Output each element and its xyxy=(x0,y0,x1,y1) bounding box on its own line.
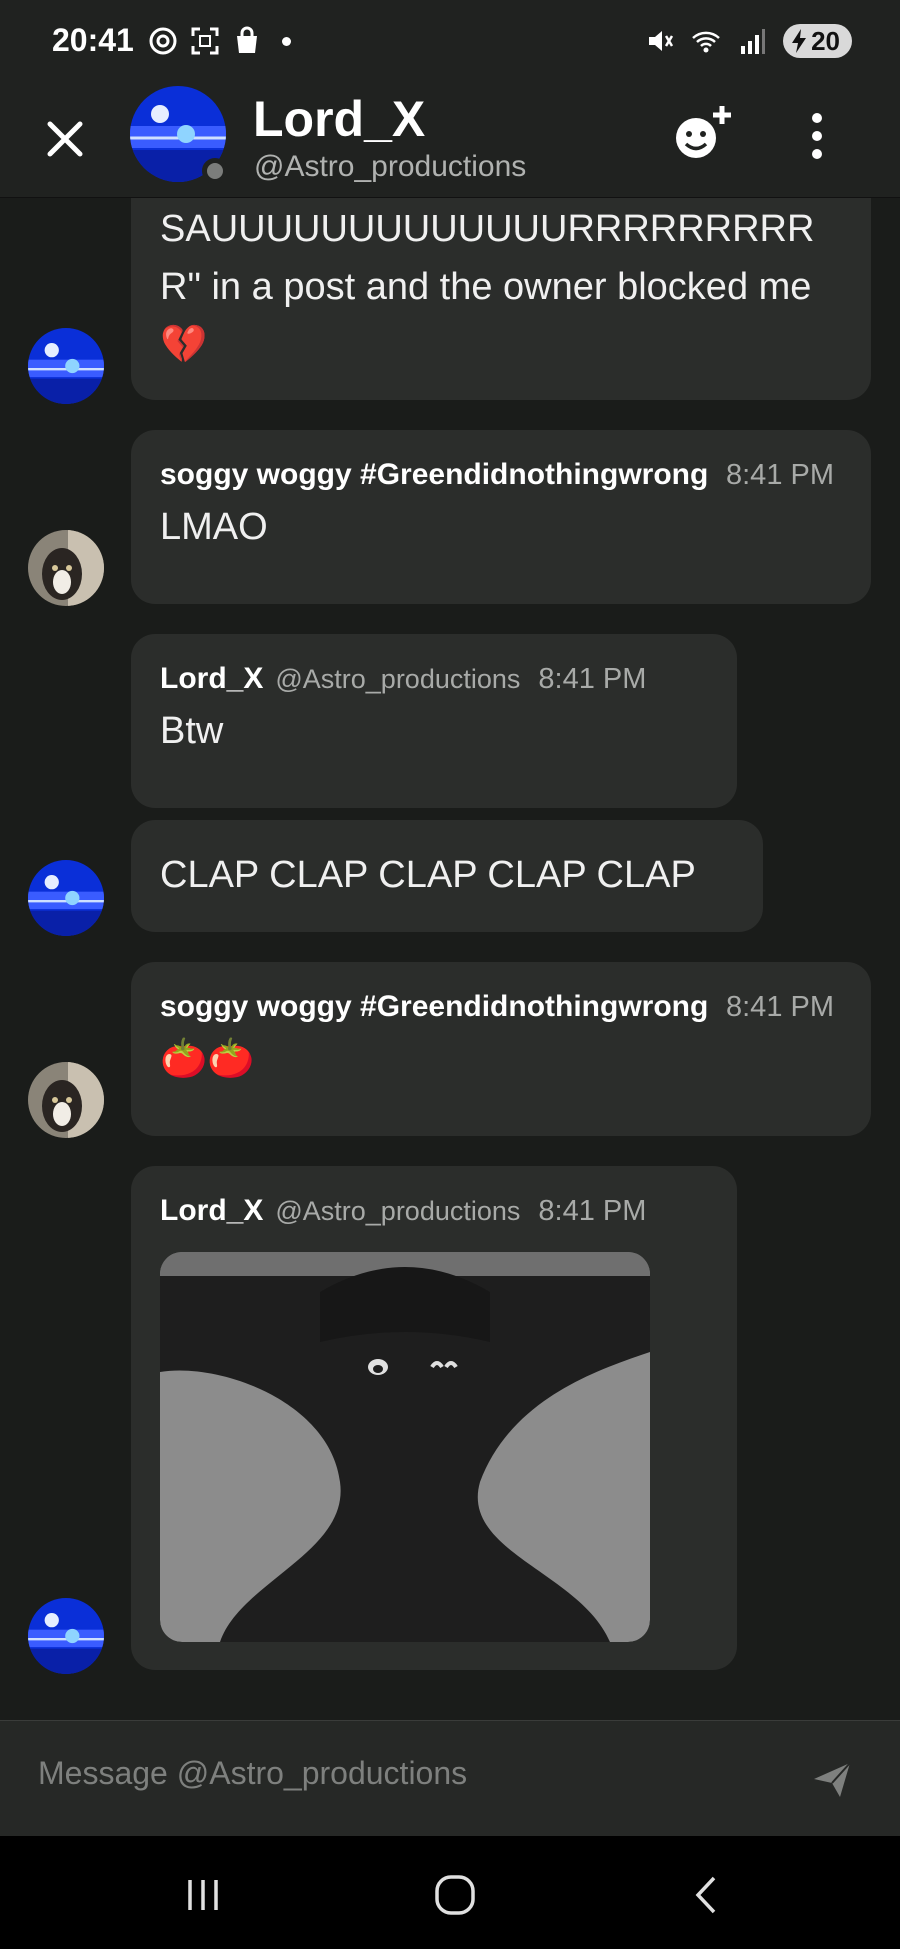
message-text: Btw xyxy=(160,710,224,752)
message-text: SAUUUUUUUUUUUUURRRRRRRRRR" in a post and… xyxy=(160,208,815,366)
message-header: Lord_X @Astro_productions 8:41 PM xyxy=(160,662,709,696)
header-name[interactable]: Lord_X xyxy=(253,90,425,148)
message-bubble[interactable]: soggy woggy #Greendidnothingwrong 8:41 P… xyxy=(131,962,871,1136)
message-time: 8:41 PM xyxy=(726,459,834,491)
status-notification-icons xyxy=(148,26,291,56)
message-bubble[interactable]: Lord_X @Astro_productions 8:41 PM xyxy=(131,1166,737,1670)
message-image[interactable] xyxy=(160,1252,650,1642)
message-bubble[interactable]: CLAP CLAP CLAP CLAP CLAP xyxy=(131,820,763,932)
recents-icon[interactable] xyxy=(178,1870,228,1920)
chat-header: Lord_X @Astro_productions xyxy=(0,86,900,198)
message-input[interactable]: Message @Astro_productions xyxy=(38,1755,467,1792)
avatar[interactable] xyxy=(28,1062,104,1138)
message-text: CLAP CLAP CLAP CLAP CLAP xyxy=(160,854,696,896)
message-author[interactable]: Lord_X xyxy=(160,1194,263,1228)
message-time: 8:41 PM xyxy=(726,991,834,1023)
avatar-cat-image xyxy=(28,1062,104,1138)
battery-level: 20 xyxy=(811,25,840,56)
home-icon[interactable] xyxy=(430,1870,480,1920)
status-bar: 20:41 20 xyxy=(0,0,900,86)
message-handle[interactable]: @Astro_productions xyxy=(275,1196,520,1227)
message-text: LMAO xyxy=(160,506,268,548)
more-vertical-icon[interactable] xyxy=(800,108,834,164)
avatar[interactable] xyxy=(28,530,104,606)
message-author[interactable]: soggy woggy #Greendidnothingwrong xyxy=(160,458,708,492)
message-header: soggy woggy #Greendidnothingwrong 8:41 P… xyxy=(160,990,843,1024)
notification-dot-icon xyxy=(282,36,291,46)
status-time: 20:41 xyxy=(52,22,134,58)
system-nav-bar xyxy=(0,1836,900,1949)
avatar[interactable] xyxy=(28,860,104,936)
status-system-icons: 20 xyxy=(645,24,852,58)
message-text: 🍅🍅 xyxy=(160,1038,255,1080)
message-header: soggy woggy #Greendidnothingwrong 8:41 P… xyxy=(160,458,843,492)
add-friend-icon[interactable] xyxy=(672,104,734,166)
screenshot-icon xyxy=(191,27,219,55)
message-bubble[interactable]: Lord_X @Astro_productions 8:41 PM Btw xyxy=(131,634,737,808)
message-list[interactable]: SAUUUUUUUUUUUUURRRRRRRRRR" in a post and… xyxy=(0,198,900,1720)
message-author[interactable]: soggy woggy #Greendidnothingwrong xyxy=(160,990,708,1024)
avatar-cat-image xyxy=(28,530,104,606)
charging-icon xyxy=(792,29,807,53)
avatar[interactable] xyxy=(28,1598,104,1674)
threads-icon xyxy=(149,27,177,55)
header-handle[interactable]: @Astro_productions xyxy=(254,150,526,184)
message-bubble[interactable]: SAUUUUUUUUUUUUURRRRRRRRRR" in a post and… xyxy=(131,198,871,400)
message-header: Lord_X @Astro_productions 8:41 PM xyxy=(160,1194,709,1228)
signal-icon xyxy=(741,29,766,54)
message-time: 8:41 PM xyxy=(538,663,647,695)
close-icon[interactable] xyxy=(40,114,90,164)
avatar[interactable] xyxy=(28,328,104,404)
send-icon[interactable] xyxy=(810,1757,854,1801)
avatar-stage-image xyxy=(28,1598,104,1674)
mute-icon xyxy=(649,31,674,51)
back-icon[interactable] xyxy=(682,1870,732,1920)
wifi-icon xyxy=(692,31,720,53)
avatar-stage-image xyxy=(28,860,104,936)
message-time: 8:41 PM xyxy=(538,1195,647,1227)
message-handle[interactable]: @Astro_productions xyxy=(275,664,520,695)
message-author[interactable]: Lord_X xyxy=(160,662,263,696)
message-bubble[interactable]: soggy woggy #Greendidnothingwrong 8:41 P… xyxy=(131,430,871,604)
shopping-bag-icon xyxy=(237,26,257,53)
presence-status-icon xyxy=(202,158,228,184)
avatar-stage-image xyxy=(28,328,104,404)
message-composer: Message @Astro_productions xyxy=(0,1720,900,1836)
battery-indicator: 20 xyxy=(783,24,852,58)
